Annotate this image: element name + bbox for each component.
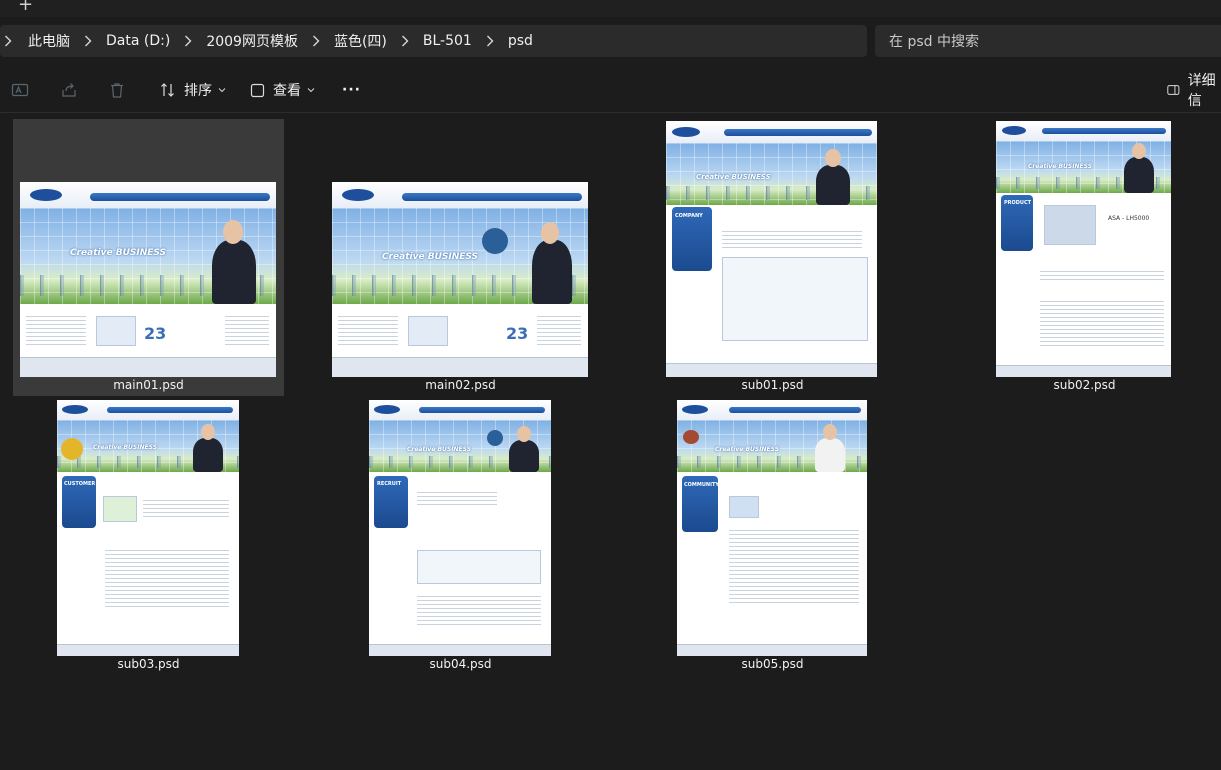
thumbnail-number: 23: [506, 324, 529, 343]
file-item-main02[interactable]: Creative BUSINESS 23 main02.psd: [325, 119, 596, 396]
chevron-right-icon[interactable]: [401, 35, 409, 47]
breadcrumb-item[interactable]: 2009网页模板: [206, 31, 298, 51]
breadcrumb[interactable]: 此电脑 Data (D:) 2009网页模板 蓝色(四) BL-501 psd: [0, 25, 867, 57]
file-thumbnail: Creative BUSINESS COMMUNITY: [677, 400, 867, 656]
chevron-down-icon: [218, 88, 226, 93]
file-item-sub01[interactable]: Creative BUSINESS COMPANY sub01.psd: [637, 119, 908, 396]
breadcrumb-item[interactable]: 蓝色(四): [334, 31, 387, 51]
file-name: main01.psd: [113, 378, 184, 392]
file-name: sub04.psd: [429, 657, 492, 671]
side-title: PRODUCT: [1004, 200, 1032, 206]
file-item-sub04[interactable]: Creative BUSINESS RECRUIT sub04.psd: [325, 398, 596, 675]
file-item-sub03[interactable]: Creative BUSINESS CUSTOMER sub03.psd: [13, 398, 284, 675]
sort-button[interactable]: 排序: [160, 78, 234, 102]
breadcrumb-item[interactable]: psd: [508, 33, 533, 49]
view-button[interactable]: 查看: [250, 78, 323, 102]
details-pane-icon: [1167, 85, 1180, 95]
hero-text: Creative BUSINESS: [382, 252, 479, 262]
file-name: sub05.psd: [741, 657, 804, 671]
details-pane-button[interactable]: 详细信: [1167, 73, 1221, 109]
file-thumbnail: Creative BUSINESS PRODUCT ASA - LH5000: [996, 121, 1171, 377]
file-thumbnail: Creative BUSINESS 23: [332, 182, 588, 377]
chevron-right-icon[interactable]: [184, 35, 192, 47]
view-label: 查看: [273, 83, 301, 99]
hero-text: Creative BUSINESS: [715, 446, 780, 453]
side-title: COMPANY: [675, 213, 703, 219]
view-icon: [250, 83, 265, 97]
hero-text: Creative BUSINESS: [696, 173, 771, 181]
share-icon[interactable]: [60, 81, 78, 99]
more-options-button[interactable]: ···: [342, 78, 361, 102]
file-item-sub05[interactable]: Creative BUSINESS COMMUNITY sub05.psd: [637, 398, 908, 675]
details-label: 详细信: [1187, 73, 1216, 109]
file-thumbnail: Creative BUSINESS CUSTOMER: [57, 400, 239, 656]
chevron-right-icon[interactable]: [312, 35, 320, 47]
hero-text: Creative BUSINESS: [70, 248, 167, 258]
address-row: 此电脑 Data (D:) 2009网页模板 蓝色(四) BL-501 psd …: [0, 17, 1221, 67]
side-title: COMMUNITY: [684, 482, 720, 488]
command-bar: 排序 查看 ··· 详细信: [0, 67, 1221, 113]
chevron-right-icon[interactable]: [486, 35, 494, 47]
product-name: ASA - LH5000: [1108, 215, 1150, 222]
chevron-right-icon[interactable]: [84, 35, 92, 47]
breadcrumb-item[interactable]: 此电脑: [28, 31, 70, 51]
sort-icon: [161, 83, 174, 97]
chevron-right-icon[interactable]: [4, 35, 12, 47]
search-input[interactable]: 在 psd 中搜索: [875, 25, 1221, 57]
file-item-sub02[interactable]: Creative BUSINESS PRODUCT ASA - LH5000 s…: [949, 119, 1220, 396]
thumbnail-number: 23: [144, 324, 167, 343]
sort-label: 排序: [184, 83, 212, 99]
file-name: main02.psd: [425, 378, 496, 392]
hero-text: Creative BUSINESS: [1028, 163, 1093, 170]
side-title: CUSTOMER: [64, 481, 96, 487]
file-grid: Creative BUSINESS 23 main01.psd Creative…: [0, 113, 1221, 770]
breadcrumb-item[interactable]: Data (D:): [106, 33, 170, 49]
title-bar: +: [0, 0, 1221, 17]
file-thumbnail: Creative BUSINESS COMPANY: [666, 121, 877, 377]
more-icon: ···: [342, 82, 361, 98]
delete-icon[interactable]: [108, 81, 126, 99]
chevron-down-icon: [307, 88, 315, 93]
search-placeholder: 在 psd 中搜索: [889, 34, 979, 50]
file-name: sub03.psd: [117, 657, 180, 671]
file-item-main01[interactable]: Creative BUSINESS 23 main01.psd: [13, 119, 284, 396]
hero-text: Creative BUSINESS: [407, 446, 472, 453]
file-thumbnail: Creative BUSINESS RECRUIT: [369, 400, 551, 656]
plus-icon[interactable]: +: [18, 0, 33, 15]
file-name: sub01.psd: [741, 378, 804, 392]
rename-icon[interactable]: [11, 81, 29, 99]
file-thumbnail: Creative BUSINESS 23: [20, 182, 276, 377]
side-title: RECRUIT: [377, 481, 402, 487]
hero-text: Creative BUSINESS: [93, 444, 158, 451]
file-name: sub02.psd: [1053, 378, 1116, 392]
breadcrumb-item[interactable]: BL-501: [423, 33, 472, 49]
